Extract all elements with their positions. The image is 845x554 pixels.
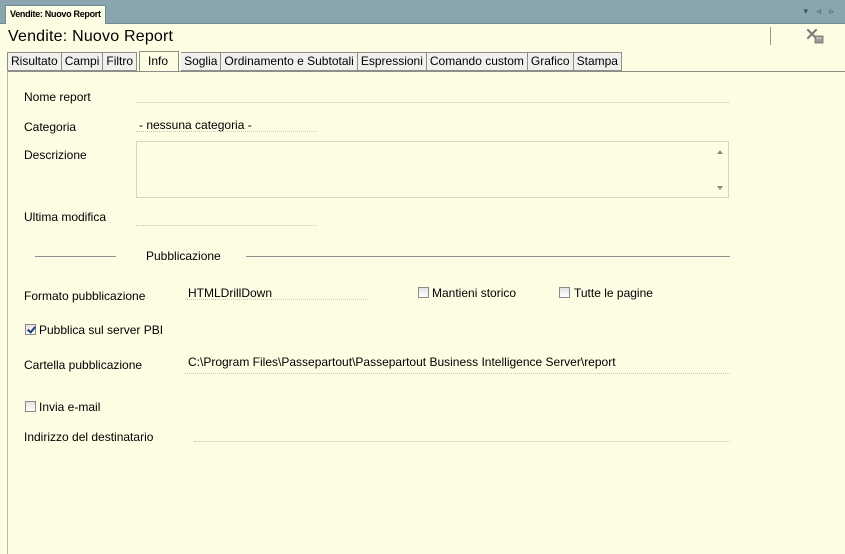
formato-underline: [185, 299, 368, 300]
nome-report-underline: [136, 102, 729, 103]
cartella-pubblicazione-field[interactable]: C:\Program Files\Passepartout\Passeparto…: [188, 355, 616, 369]
tab-strip-controls[interactable]: ▾ ◃ ▹: [803, 6, 837, 17]
document-tab[interactable]: Vendite: Nuovo Report: [5, 5, 106, 24]
nome-report-label: Nome report: [24, 90, 91, 104]
tab-comando-custom[interactable]: Comando custom: [426, 52, 528, 71]
categoria-underline: [136, 131, 316, 132]
categoria-label: Categoria: [24, 120, 77, 134]
invia-email-label[interactable]: Invia e-mail: [39, 400, 100, 414]
tab-stampa[interactable]: Stampa: [573, 52, 622, 71]
pubblica-server-checkbox[interactable]: [25, 324, 36, 335]
tab-baseline: [7, 71, 845, 72]
tab-espressioni[interactable]: Espressioni: [357, 52, 427, 71]
destinatario-underline: [194, 441, 730, 442]
document-tab-strip: Vendite: Nuovo Report ▾ ◃ ▹: [0, 0, 845, 24]
ultima-modifica-underline: [136, 225, 316, 226]
scroll-up-arrow-icon[interactable]: [717, 150, 723, 154]
formato-pubblicazione-label: Formato pubblicazione: [24, 289, 146, 303]
mantieni-storico-checkbox[interactable]: [418, 287, 429, 298]
tab-risultato[interactable]: Risultato: [7, 52, 62, 71]
panel-left-border: [7, 71, 8, 554]
descrizione-label: Descrizione: [24, 148, 87, 162]
window-title: Vendite: Nuovo Report: [8, 28, 174, 45]
categoria-field[interactable]: - nessuna categoria -: [139, 118, 252, 132]
pubblicazione-line-right: [246, 256, 730, 257]
tab-filtro[interactable]: Filtro: [103, 52, 138, 71]
tutte-le-pagine-label[interactable]: Tutte le pagine: [574, 286, 653, 300]
close-report-icon[interactable]: [806, 28, 824, 44]
scroll-down-arrow-icon[interactable]: [717, 186, 723, 190]
formato-pubblicazione-field[interactable]: HTMLDrillDown: [188, 286, 272, 300]
title-separator: [770, 27, 771, 45]
tab-campi[interactable]: Campi: [61, 52, 104, 71]
ultima-modifica-label: Ultima modifica: [24, 210, 107, 224]
pubblicazione-section-label: Pubblicazione: [146, 249, 221, 263]
invia-email-checkbox[interactable]: [25, 401, 36, 412]
tab-grafico[interactable]: Grafico: [527, 52, 574, 71]
pubblicazione-line-left: [35, 256, 116, 257]
pubblica-server-label[interactable]: Pubblica sul server PBI: [39, 323, 163, 337]
descrizione-textarea[interactable]: [136, 141, 729, 198]
tab-info[interactable]: Info: [139, 51, 180, 72]
mantieni-storico-label[interactable]: Mantieni storico: [432, 286, 516, 300]
cartella-underline: [185, 373, 730, 374]
tab-bar: Risultato Campi Filtro Info Soglia Ordin…: [7, 51, 622, 72]
cartella-pubblicazione-label: Cartella pubblicazione: [24, 358, 143, 372]
indirizzo-destinatario-label: Indirizzo del destinatario: [24, 430, 154, 444]
title-bar: Vendite: Nuovo Report: [0, 25, 845, 51]
tab-soglia[interactable]: Soglia: [181, 52, 222, 71]
tab-ordinamento-subtotali[interactable]: Ordinamento e Subtotali: [221, 52, 358, 71]
tutte-le-pagine-checkbox[interactable]: [559, 287, 570, 298]
